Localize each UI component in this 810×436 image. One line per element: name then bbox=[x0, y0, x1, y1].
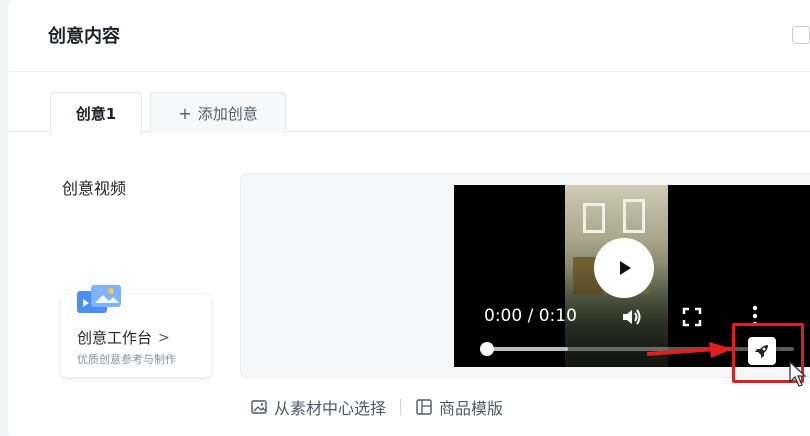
video-frame-detail bbox=[583, 203, 605, 233]
mouse-cursor-icon bbox=[789, 360, 807, 387]
image-icon bbox=[251, 400, 267, 414]
video-source-actions: 从素材中心选择 商品模版 bbox=[250, 395, 503, 419]
workbench-title-text: 创意工作台 bbox=[77, 329, 153, 347]
tab-label: 添加创意 bbox=[197, 104, 258, 123]
tab-creative-1[interactable]: 创意1 bbox=[50, 92, 142, 134]
creative-tabs: 创意1 + 添加创意 bbox=[8, 88, 810, 134]
progress-knob[interactable] bbox=[480, 342, 494, 356]
action-label: 商品模版 bbox=[439, 399, 504, 418]
product-template-button[interactable]: 商品模版 bbox=[415, 395, 503, 419]
video-frame-detail bbox=[623, 199, 645, 233]
tab-label: 创意1 bbox=[75, 105, 117, 123]
section-title: 创意内容 bbox=[48, 26, 120, 47]
workbench-subtitle: 优质创意参考与制作 bbox=[77, 353, 176, 366]
section-header: 创意内容 bbox=[8, 0, 810, 72]
divider bbox=[400, 399, 402, 415]
chevron-right-icon: > bbox=[158, 329, 170, 346]
select-from-material-center-button[interactable]: 从素材中心选择 bbox=[250, 395, 386, 419]
play-button[interactable] bbox=[594, 238, 654, 298]
play-icon bbox=[620, 261, 631, 275]
time-display: 0:00 / 0:10 bbox=[484, 306, 577, 326]
template-icon bbox=[416, 399, 432, 415]
volume-icon[interactable] bbox=[620, 305, 644, 329]
workbench-icon bbox=[77, 285, 121, 313]
action-label: 从素材中心选择 bbox=[274, 399, 387, 418]
creative-video-label: 创意视频 bbox=[62, 179, 127, 198]
plus-icon: + bbox=[178, 103, 192, 123]
creative-workbench-card[interactable]: 创意工作台 > 优质创意参考与制作 bbox=[61, 285, 211, 377]
add-creative-tab[interactable]: + 添加创意 bbox=[150, 92, 286, 133]
workbench-title: 创意工作台 > bbox=[77, 327, 170, 348]
progress-buffer bbox=[484, 347, 568, 351]
fullscreen-icon[interactable] bbox=[682, 307, 702, 327]
header-checkbox[interactable] bbox=[792, 26, 810, 44]
red-arrow-annotation bbox=[646, 342, 733, 358]
